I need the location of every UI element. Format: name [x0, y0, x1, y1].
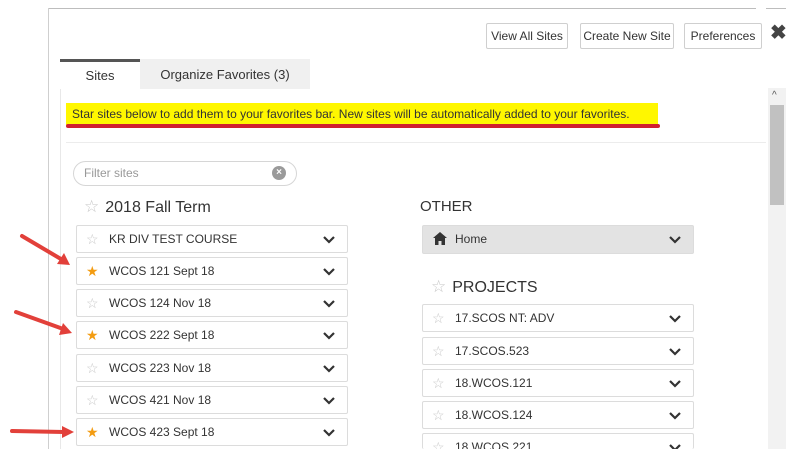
red-arrow-annotation — [10, 426, 74, 438]
site-label: KR DIV TEST COURSE — [109, 232, 238, 246]
site-label: 18.WCOS.221 — [455, 440, 533, 449]
tab-organize-favorites[interactable]: Organize Favorites (3) — [140, 59, 310, 90]
chevron-down-icon[interactable] — [323, 395, 335, 407]
star-outline-icon[interactable]: ☆ — [86, 355, 99, 381]
site-item-wcos-423[interactable]: ★ WCOS 423 Sept 18 — [76, 418, 348, 446]
chevron-down-icon[interactable] — [323, 234, 335, 246]
star-outline-icon[interactable]: ☆ — [86, 290, 99, 316]
star-outline-icon[interactable]: ☆ — [432, 402, 445, 428]
create-new-site-button[interactable]: Create New Site — [580, 23, 674, 49]
chevron-down-icon[interactable] — [669, 313, 681, 325]
view-all-sites-button[interactable]: View All Sites — [486, 23, 568, 49]
site-label: WCOS 222 Sept 18 — [109, 328, 215, 342]
site-label: Home — [455, 232, 488, 246]
star-filled-icon[interactable]: ★ — [86, 322, 99, 348]
home-site-item[interactable]: Home — [422, 225, 694, 254]
chevron-down-icon[interactable] — [323, 330, 335, 342]
site-label: 17.SCOS.523 — [455, 344, 530, 358]
star-outline-icon[interactable]: ☆ — [432, 434, 445, 449]
project-item-17-scos-523[interactable]: ☆ 17.SCOS.523 — [422, 337, 694, 365]
site-label: WCOS 421 Nov 18 — [109, 393, 212, 407]
home-icon — [433, 232, 447, 245]
close-icon[interactable]: ✖ — [770, 22, 786, 44]
site-item-wcos-223[interactable]: ☆ WCOS 223 Nov 18 — [76, 354, 348, 382]
site-item-wcos-222[interactable]: ★ WCOS 222 Sept 18 — [76, 321, 348, 349]
site-item-wcos-421[interactable]: ☆ WCOS 421 Nov 18 — [76, 386, 348, 414]
red-arrow-annotation — [14, 310, 72, 335]
clear-filter-icon[interactable]: × — [272, 166, 286, 180]
site-label: WCOS 124 Nov 18 — [109, 296, 212, 310]
site-label: WCOS 223 Nov 18 — [109, 361, 212, 375]
site-label: 18.WCOS.121 — [455, 376, 533, 390]
star-outline-icon[interactable]: ☆ — [431, 277, 446, 296]
site-item-kr-div[interactable]: ☆ KR DIV TEST COURSE — [76, 225, 348, 253]
site-label: 18.WCOS.124 — [455, 408, 533, 422]
star-filled-icon[interactable]: ★ — [86, 258, 99, 284]
chevron-down-icon[interactable] — [669, 410, 681, 422]
filter-sites-input[interactable]: Filter sites — [73, 161, 297, 186]
chevron-down-icon[interactable] — [669, 378, 681, 390]
top-border-right — [766, 8, 786, 9]
term-heading: ☆ 2018 Fall Term — [84, 197, 211, 217]
project-item-18-wcos-221[interactable]: ☆ 18.WCOS.221 — [422, 433, 694, 449]
project-item-18-wcos-121[interactable]: ☆ 18.WCOS.121 — [422, 369, 694, 397]
preferences-button[interactable]: Preferences — [684, 23, 762, 49]
star-outline-icon[interactable]: ☆ — [432, 370, 445, 396]
other-heading: OTHER — [420, 198, 473, 215]
star-outline-icon[interactable]: ☆ — [432, 305, 445, 331]
project-item-18-wcos-124[interactable]: ☆ 18.WCOS.124 — [422, 401, 694, 429]
project-item-17-scos-nt[interactable]: ☆ 17.SCOS NT: ADV — [422, 304, 694, 332]
chevron-down-icon[interactable] — [669, 234, 681, 246]
site-label: WCOS 121 Sept 18 — [109, 264, 215, 278]
tab-sites[interactable]: Sites — [60, 59, 140, 90]
chevron-down-icon[interactable] — [323, 363, 335, 375]
star-outline-icon[interactable]: ☆ — [432, 338, 445, 364]
chevron-down-icon[interactable] — [323, 266, 335, 278]
site-label: 17.SCOS NT: ADV — [455, 311, 555, 325]
chevron-down-icon[interactable] — [669, 442, 681, 449]
favorites-notice: Star sites below to add them to your fav… — [66, 103, 658, 125]
scrollbar-thumb[interactable] — [770, 105, 784, 205]
chevron-down-icon[interactable] — [323, 298, 335, 310]
site-item-wcos-124[interactable]: ☆ WCOS 124 Nov 18 — [76, 289, 348, 317]
site-label: WCOS 423 Sept 18 — [109, 425, 215, 439]
star-outline-icon[interactable]: ☆ — [84, 197, 99, 216]
term-title: 2018 Fall Term — [105, 199, 211, 216]
projects-title: PROJECTS — [452, 279, 538, 296]
star-outline-icon[interactable]: ☆ — [86, 387, 99, 413]
projects-heading: ☆ PROJECTS — [431, 277, 538, 297]
red-underline-annotation — [66, 124, 660, 128]
site-item-wcos-121[interactable]: ★ WCOS 121 Sept 18 — [76, 257, 348, 285]
red-arrow-annotation — [20, 234, 70, 265]
chevron-down-icon[interactable] — [669, 346, 681, 358]
star-filled-icon[interactable]: ★ — [86, 419, 99, 445]
divider — [66, 142, 766, 143]
scroll-up-icon[interactable]: ^ — [772, 90, 777, 101]
left-border — [48, 8, 49, 449]
top-border — [48, 8, 756, 9]
chevron-down-icon[interactable] — [323, 427, 335, 439]
star-outline-icon[interactable]: ☆ — [86, 226, 99, 252]
